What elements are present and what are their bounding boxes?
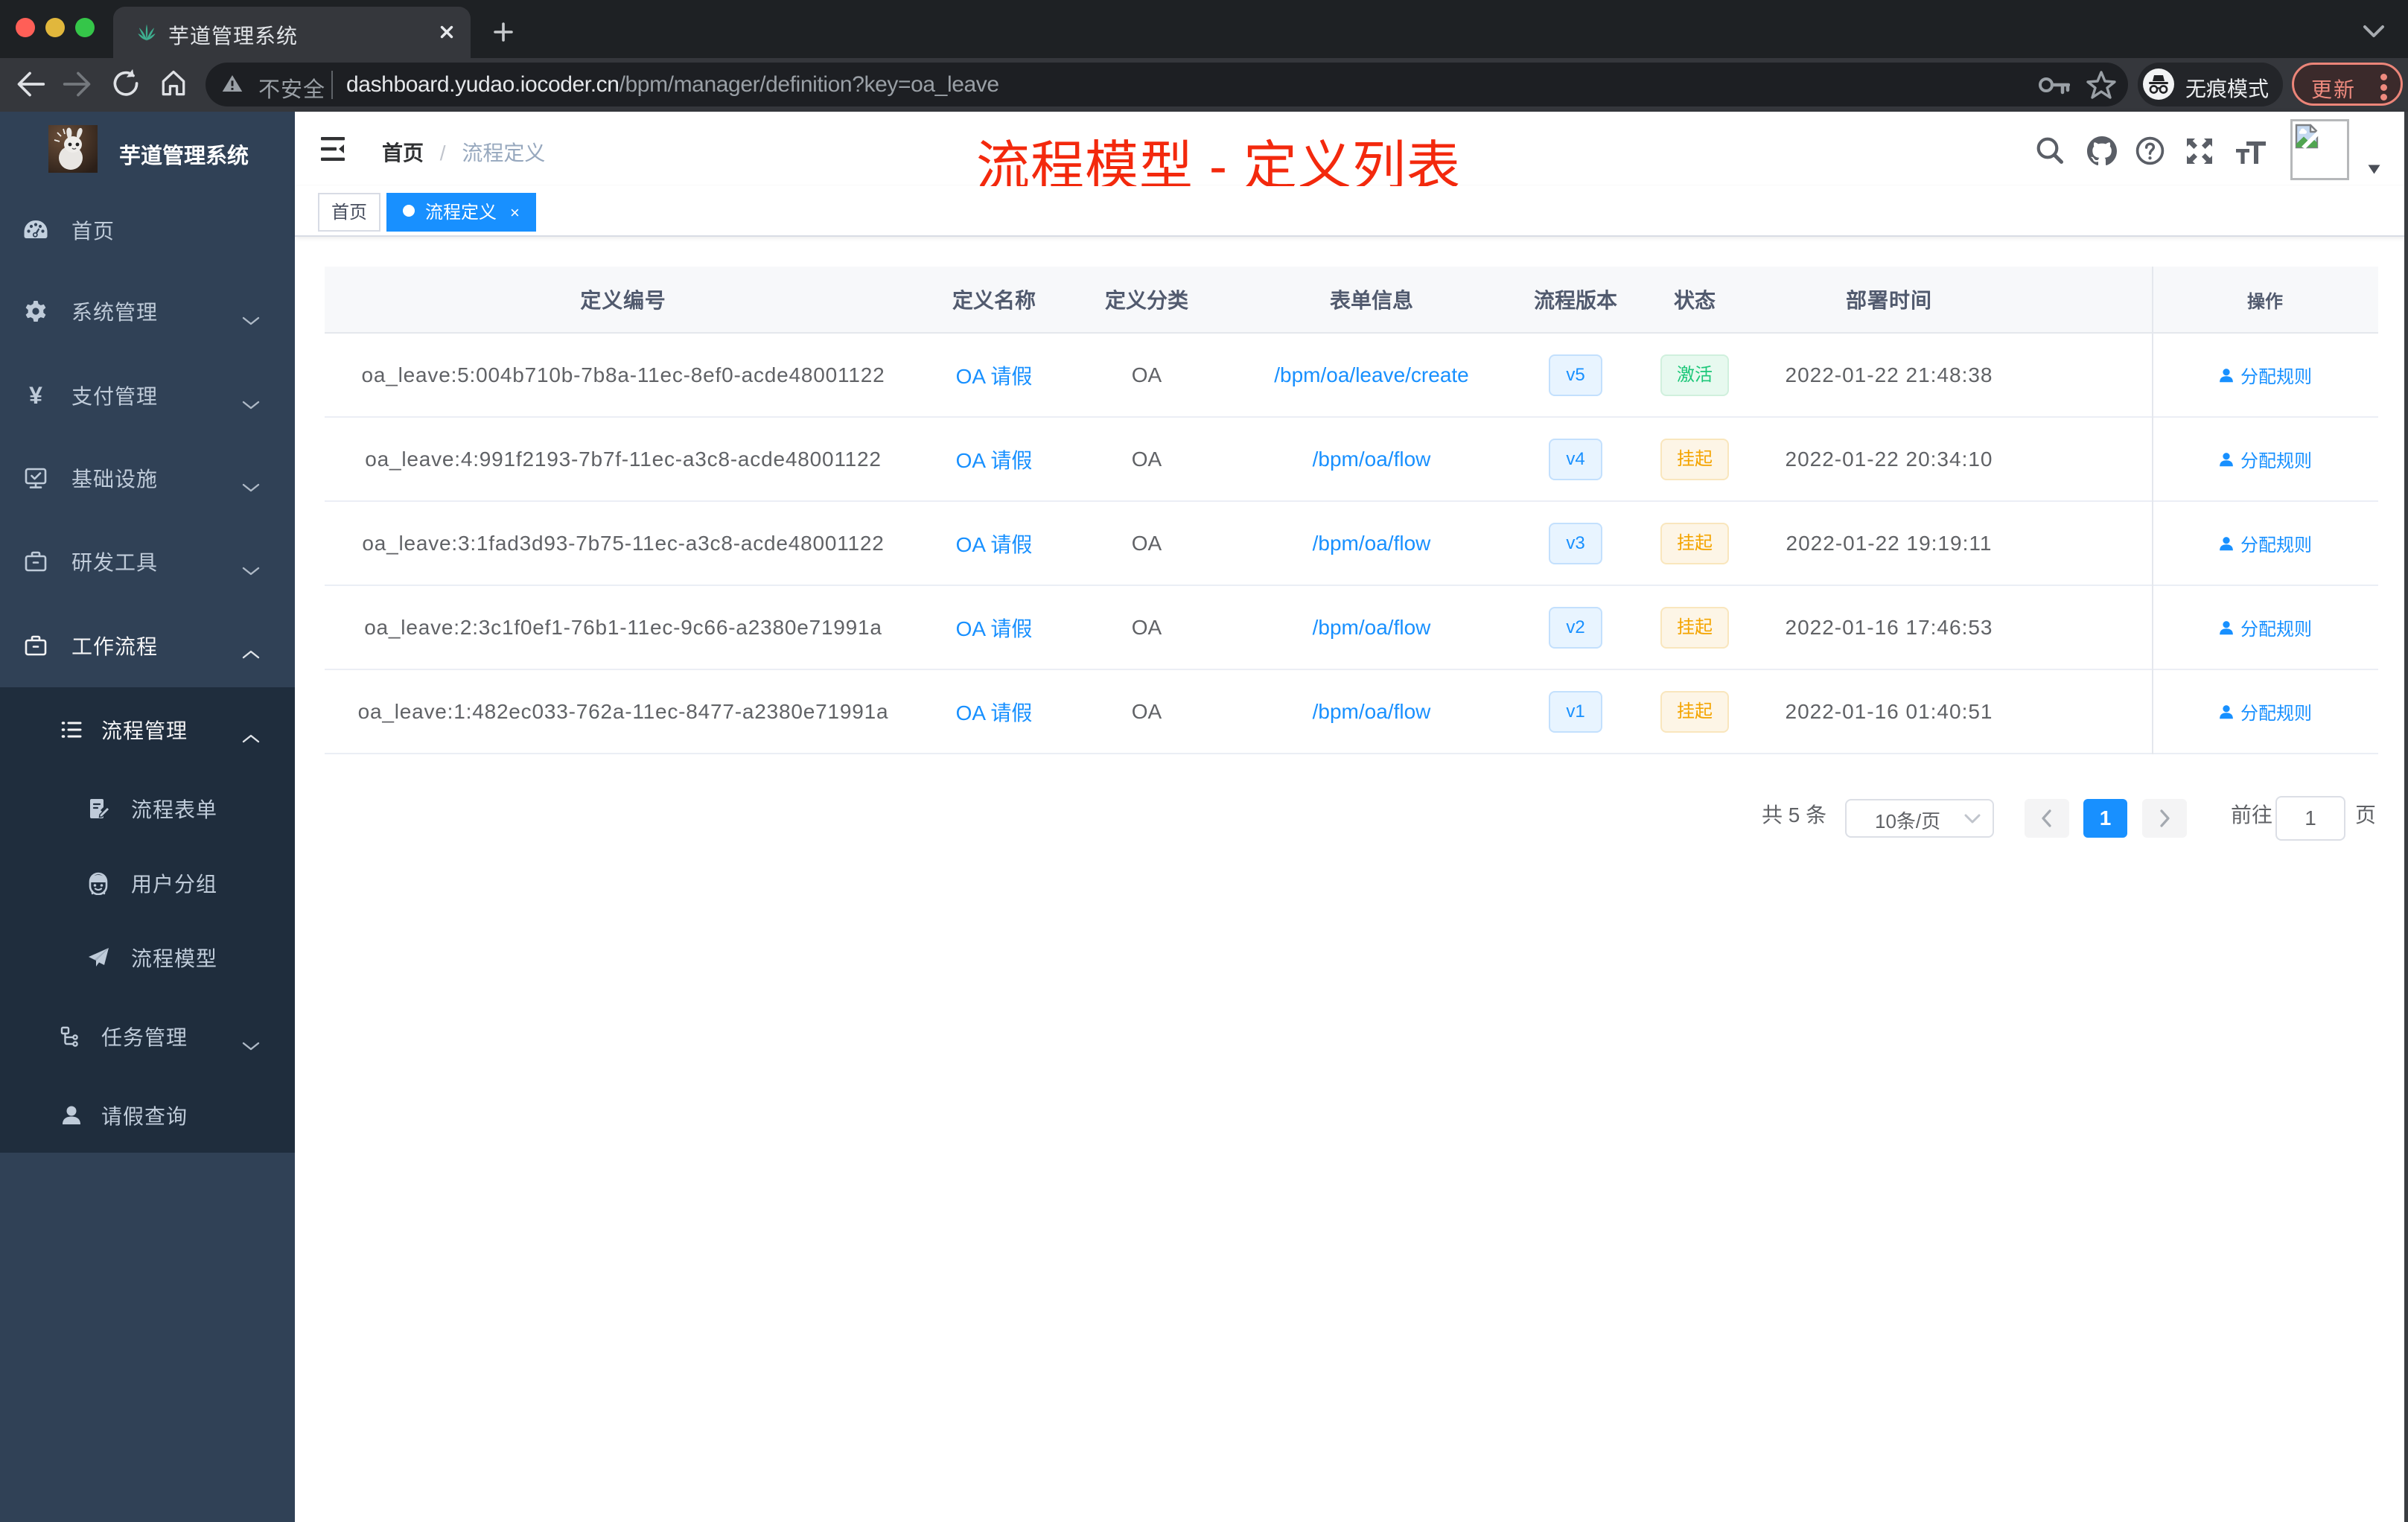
svg-text:¥: ¥: [29, 383, 42, 407]
